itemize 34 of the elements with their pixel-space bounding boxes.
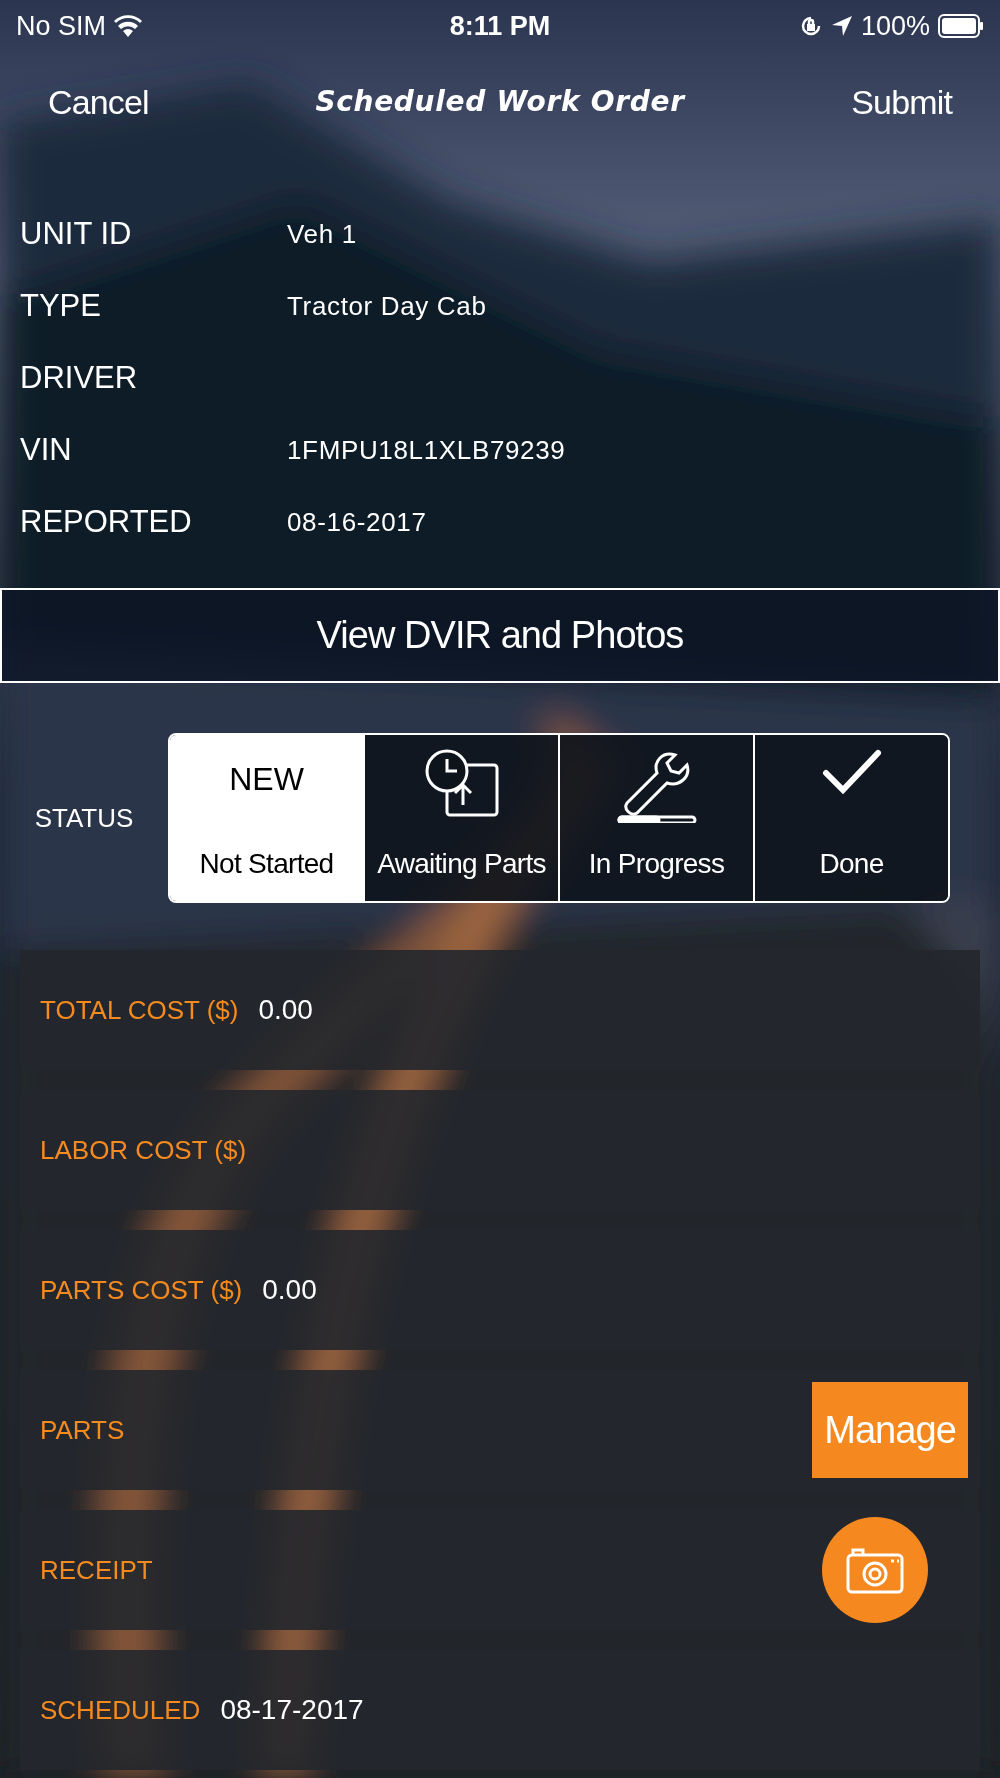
field-value: 0.00 bbox=[258, 993, 313, 1027]
carrier-text: No SIM bbox=[16, 9, 107, 43]
cancel-button[interactable]: Cancel bbox=[48, 76, 149, 128]
field-label: PARTS COST ($) bbox=[40, 1273, 243, 1307]
field-label: PARTS bbox=[40, 1413, 125, 1447]
field-label: LABOR COST ($) bbox=[40, 1133, 247, 1167]
field-value: Tractor Day Cab bbox=[287, 289, 487, 323]
view-dvir-button[interactable]: View DVIR and Photos bbox=[0, 588, 1000, 683]
battery-text: 100% bbox=[860, 9, 930, 43]
field-label: SCHEDULED bbox=[40, 1693, 201, 1727]
field-label: VIN bbox=[20, 430, 73, 469]
status-segment[interactable]: NEW Not Started bbox=[170, 735, 363, 901]
status-segment[interactable]: Awaiting Parts bbox=[363, 735, 558, 901]
field-value: 08-17-2017 bbox=[220, 1693, 364, 1727]
checkmark-icon bbox=[820, 747, 883, 797]
field-label: TOTAL COST ($) bbox=[40, 993, 239, 1027]
clock-text: 8:11 PM bbox=[449, 9, 551, 43]
field-label: UNIT ID bbox=[20, 214, 133, 253]
field-value: 08-16-2017 bbox=[287, 505, 427, 539]
location-arrow-icon bbox=[830, 15, 853, 37]
field-value: 1FMPU18L1XLB79239 bbox=[287, 433, 566, 467]
status-segment[interactable]: In Progress bbox=[558, 735, 753, 901]
field-value: 0.00 bbox=[262, 1273, 317, 1307]
field-label: DRIVER bbox=[20, 358, 139, 397]
submit-button[interactable]: Submit bbox=[851, 76, 952, 128]
field-label: RECEIPT bbox=[40, 1553, 153, 1587]
status-segment[interactable]: Done bbox=[753, 735, 948, 901]
screen-title: Scheduled Work Order bbox=[315, 84, 685, 120]
wifi-icon bbox=[114, 15, 143, 37]
field-value: Veh 1 bbox=[287, 217, 357, 251]
field-label: REPORTED bbox=[20, 502, 193, 541]
battery-icon bbox=[938, 14, 984, 38]
status-label: STATUS bbox=[33, 801, 135, 835]
field-label: TYPE bbox=[20, 286, 102, 325]
